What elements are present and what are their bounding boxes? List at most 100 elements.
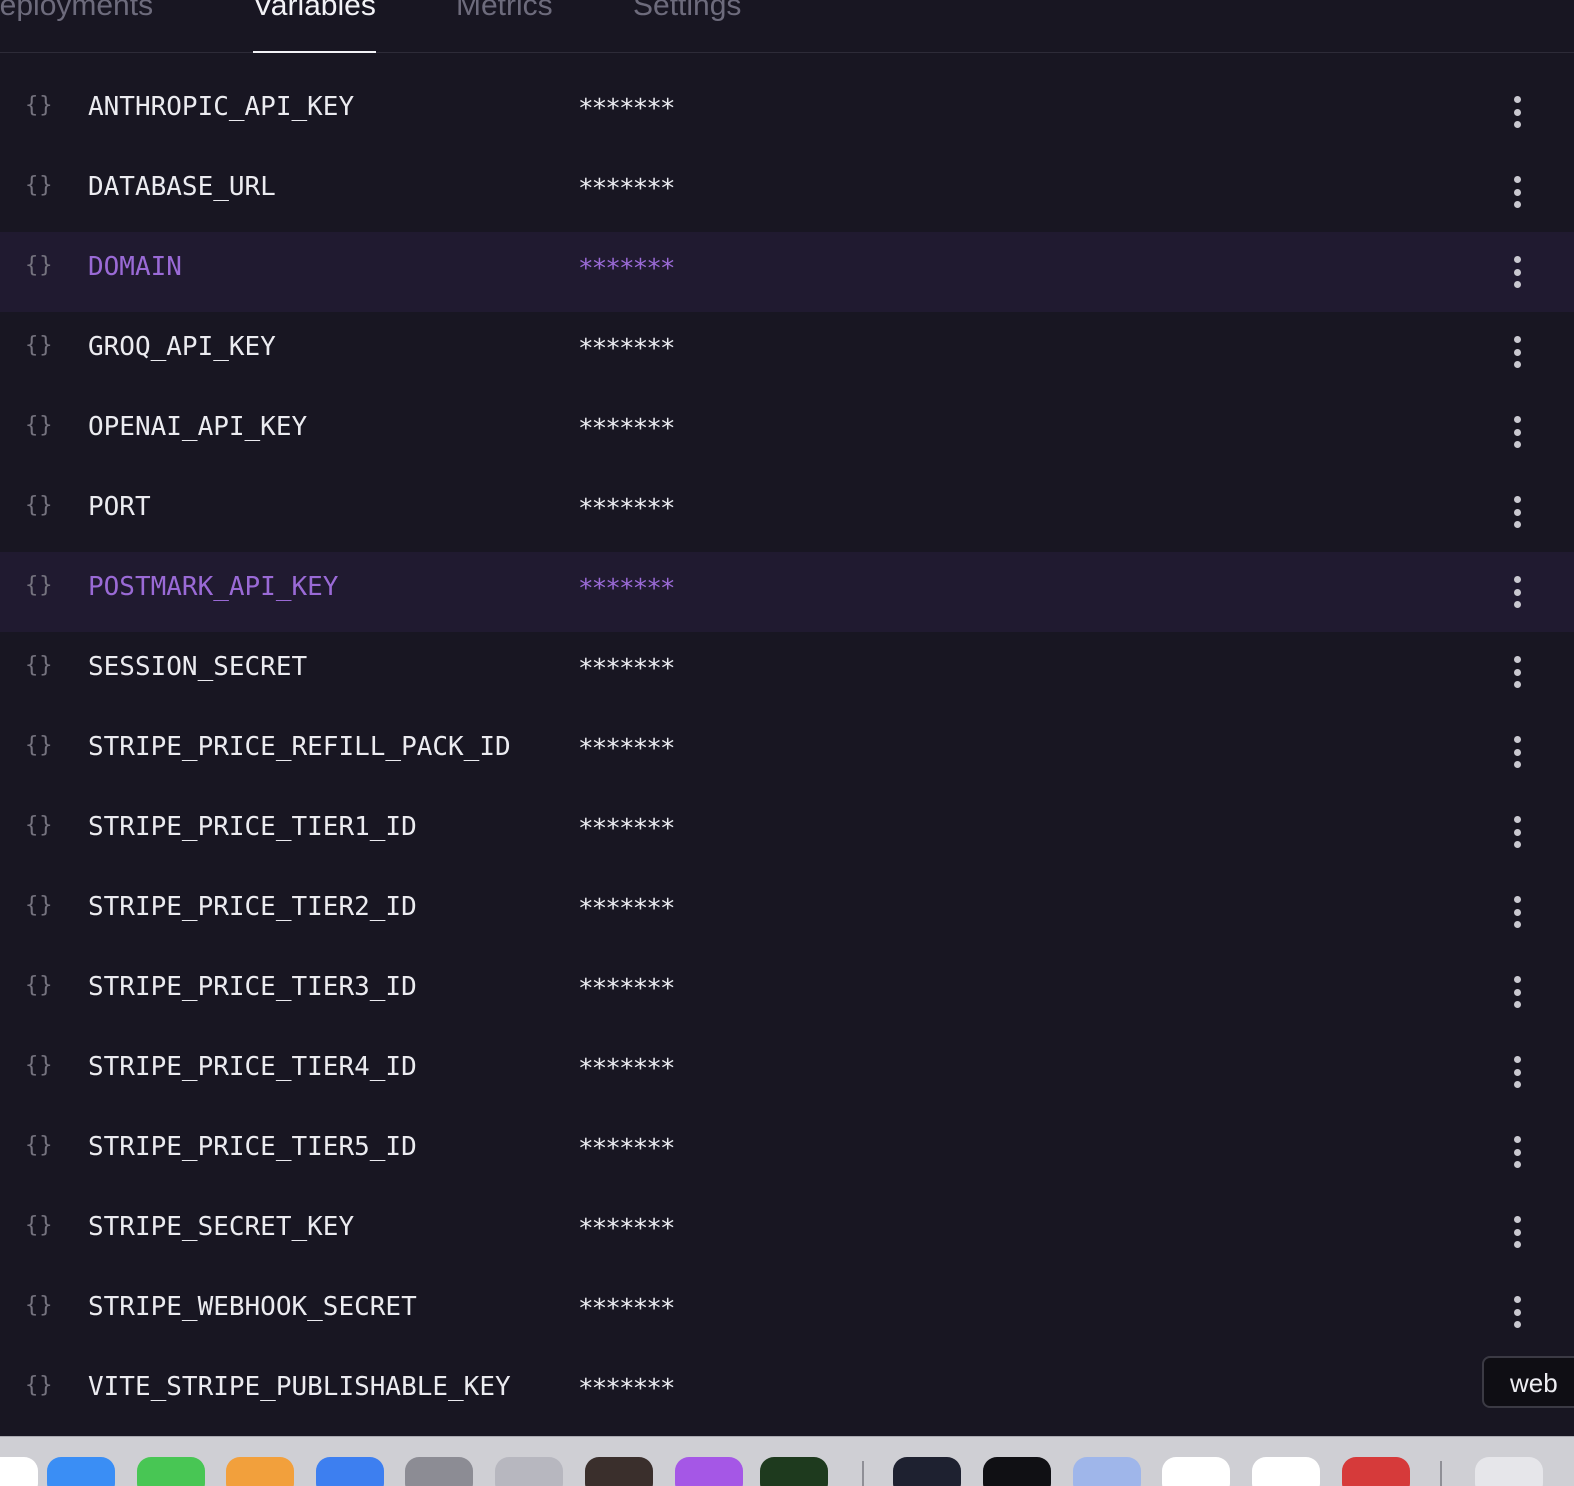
variable-name: POSTMARK_API_KEY <box>88 572 339 602</box>
variable-value: ******* <box>578 974 676 1004</box>
variable-row[interactable]: {} PORT ******* <box>0 472 1574 552</box>
variable-row[interactable]: {} STRIPE_PRICE_TIER5_ID ******* <box>0 1112 1574 1192</box>
variable-name: SESSION_SECRET <box>88 652 308 682</box>
menu-dot <box>1513 496 1521 503</box>
menu-dot <box>1513 268 1521 276</box>
variable-row[interactable]: {} SESSION_SECRET ******* <box>0 632 1574 712</box>
podcasts-icon[interactable] <box>675 1457 743 1486</box>
variable-row[interactable]: {} STRIPE_PRICE_TIER3_ID ******* <box>0 952 1574 1032</box>
variable-row[interactable]: {} VITE_STRIPE_PUBLISHABLE_KEY ******* <box>0 1352 1574 1432</box>
variable-value: ******* <box>578 574 676 604</box>
variable-row[interactable]: {} POSTMARK_API_KEY ******* <box>0 552 1574 632</box>
menu-dot <box>1513 1001 1521 1008</box>
menu-dot <box>1513 656 1521 663</box>
variable-row[interactable]: {} STRIPE_PRICE_REFILL_PACK_ID ******* <box>0 712 1574 792</box>
documents-icon[interactable] <box>1475 1457 1543 1486</box>
menu-dot <box>1513 108 1521 116</box>
variable-row[interactable]: {} STRIPE_WEBHOOK_SECRET ******* <box>0 1272 1574 1352</box>
more-vertical-icon[interactable] <box>1503 414 1531 450</box>
finder-icon[interactable] <box>0 1457 38 1486</box>
photo-booth-icon[interactable] <box>585 1457 653 1486</box>
variable-row[interactable]: {} STRIPE_PRICE_TIER1_ID ******* <box>0 792 1574 872</box>
more-vertical-icon[interactable] <box>1503 734 1531 770</box>
variable-row[interactable]: {} DATABASE_URL ******* <box>0 152 1574 232</box>
more-vertical-icon[interactable] <box>1503 574 1531 610</box>
numbers-icon[interactable] <box>137 1457 205 1486</box>
dock-separator <box>862 1461 864 1486</box>
more-vertical-icon[interactable] <box>1503 814 1531 850</box>
variable-value: ******* <box>578 654 676 684</box>
more-vertical-icon[interactable] <box>1503 1214 1531 1250</box>
variable-name: PORT <box>88 492 151 522</box>
variable-name: VITE_STRIPE_PUBLISHABLE_KEY <box>88 1372 511 1402</box>
menu-dot <box>1513 1241 1521 1248</box>
more-vertical-icon[interactable] <box>1503 174 1531 210</box>
variables-page: Deployments Variables Metrics Settings {… <box>0 0 1574 1486</box>
tab-metrics[interactable]: Metrics <box>456 0 553 53</box>
variable-row[interactable]: {} STRIPE_PRICE_TIER2_ID ******* <box>0 872 1574 952</box>
menu-dot <box>1513 681 1521 688</box>
braces-icon: {} <box>25 253 54 278</box>
app-icon[interactable] <box>893 1457 961 1486</box>
more-vertical-icon[interactable] <box>1503 1054 1531 1090</box>
variable-value: ******* <box>578 254 676 284</box>
more-vertical-icon[interactable] <box>1503 334 1531 370</box>
variable-row[interactable]: {} STRIPE_SECRET_KEY ******* <box>0 1192 1574 1272</box>
variable-name: STRIPE_PRICE_REFILL_PACK_ID <box>88 732 511 762</box>
variable-row[interactable]: {} ANTHROPIC_API_KEY ******* <box>0 72 1574 152</box>
variable-row[interactable]: {} GROQ_API_KEY ******* <box>0 312 1574 392</box>
braces-icon: {} <box>25 973 54 998</box>
system-settings-icon[interactable] <box>405 1457 473 1486</box>
more-vertical-icon[interactable] <box>1503 894 1531 930</box>
photos-icon[interactable] <box>47 1457 115 1486</box>
braces-icon: {} <box>25 1373 54 1398</box>
more-vertical-icon[interactable] <box>1503 654 1531 690</box>
tab-bar: Deployments Variables Metrics Settings <box>0 0 1574 53</box>
braces-icon: {} <box>25 493 54 518</box>
menu-dot <box>1513 361 1521 368</box>
menu-dot <box>1513 1081 1521 1088</box>
more-vertical-icon[interactable] <box>1503 254 1531 290</box>
variable-value: ******* <box>578 1054 676 1084</box>
variable-row[interactable]: {} DOMAIN ******* <box>0 232 1574 312</box>
menu-dot <box>1513 1216 1521 1223</box>
pages-icon[interactable] <box>226 1457 294 1486</box>
variable-row[interactable]: {} OPENAI_API_KEY ******* <box>0 392 1574 472</box>
dock <box>0 1436 1574 1486</box>
menu-dot <box>1513 1161 1521 1168</box>
braces-icon: {} <box>25 573 54 598</box>
menu-dot <box>1513 281 1521 288</box>
more-vertical-icon[interactable] <box>1503 94 1531 130</box>
variable-name: STRIPE_PRICE_TIER2_ID <box>88 892 417 922</box>
menu-dot <box>1513 908 1521 916</box>
menu-dot <box>1513 188 1521 196</box>
variable-name: DATABASE_URL <box>88 172 276 202</box>
more-vertical-icon[interactable] <box>1503 494 1531 530</box>
braces-icon: {} <box>25 893 54 918</box>
variable-name: STRIPE_SECRET_KEY <box>88 1212 355 1242</box>
variables-list: {} ANTHROPIC_API_KEY ******* {} DATABASE_URL… <box>0 72 1574 1432</box>
terminal-icon[interactable] <box>983 1457 1051 1486</box>
menu-dot <box>1513 841 1521 848</box>
acrobat-icon[interactable] <box>1342 1457 1410 1486</box>
preview-icon[interactable] <box>1073 1457 1141 1486</box>
more-vertical-icon[interactable] <box>1503 1294 1531 1330</box>
more-vertical-icon[interactable] <box>1503 974 1531 1010</box>
menu-dot <box>1513 976 1521 983</box>
menu-dot <box>1513 336 1521 343</box>
iphone-mirroring-icon[interactable] <box>495 1457 563 1486</box>
network-app-icon[interactable] <box>1252 1457 1320 1486</box>
more-vertical-icon[interactable] <box>1503 1134 1531 1170</box>
menu-dot <box>1513 1296 1521 1303</box>
xcode-icon[interactable] <box>316 1457 384 1486</box>
menu-dot <box>1513 761 1521 768</box>
variable-row[interactable]: {} STRIPE_PRICE_TIER4_ID ******* <box>0 1032 1574 1112</box>
menu-dot <box>1513 1068 1521 1076</box>
variable-name: STRIPE_PRICE_TIER3_ID <box>88 972 417 1002</box>
menu-dot <box>1513 588 1521 596</box>
globe-app-icon[interactable] <box>760 1457 828 1486</box>
chatgpt-icon[interactable] <box>1162 1457 1230 1486</box>
tab-variables[interactable]: Variables <box>253 0 376 53</box>
tab-deployments[interactable]: Deployments <box>0 0 153 53</box>
tab-settings[interactable]: Settings <box>633 0 741 53</box>
